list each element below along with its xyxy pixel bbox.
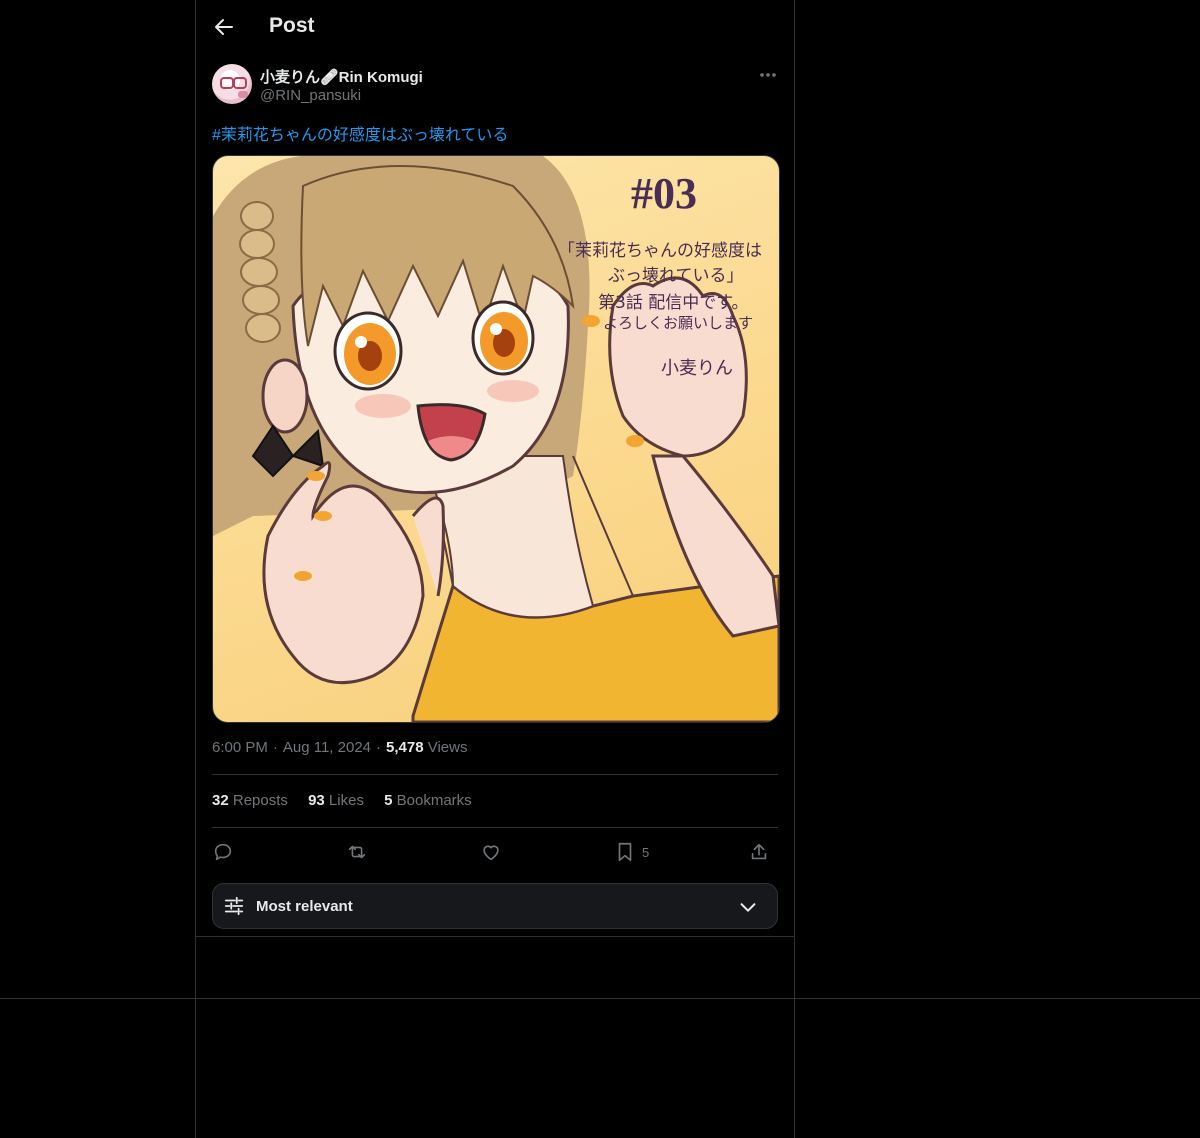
like-button[interactable] [480, 838, 502, 866]
more-options-button[interactable] [758, 66, 778, 84]
bookmarks-stat[interactable]: 5 Bookmarks [384, 792, 472, 809]
likes-stat[interactable]: 93 Likes [308, 792, 364, 809]
more-icon [760, 73, 776, 77]
chevron-down-icon [740, 903, 756, 912]
divider [196, 936, 794, 937]
back-button[interactable] [212, 15, 236, 39]
meta-separator: · [272, 739, 278, 756]
avatar[interactable] [212, 64, 252, 104]
views-label: Views [427, 739, 468, 756]
bookmarks-label: Bookmarks [396, 792, 472, 809]
views-count: 5,478 [386, 739, 424, 756]
bookmark-button[interactable]: 5 [614, 838, 649, 866]
image-signature: 小麦りん [661, 358, 733, 379]
sliders-icon [224, 896, 244, 916]
action-bar: 5 [212, 838, 778, 866]
likes-label: Likes [328, 792, 364, 809]
image-text-line1: 「茉莉花ちゃんの好感度は [558, 241, 762, 261]
post-time[interactable]: 6:00 PM [212, 739, 268, 756]
reposts-label: Reposts [232, 792, 288, 809]
image-text-line4: よろしくお願いします [603, 314, 753, 332]
sort-label: Most relevant [256, 898, 353, 915]
image-number-text: #03 [631, 169, 697, 218]
share-icon [751, 843, 767, 860]
bookmarks-count: 5 [384, 792, 393, 809]
sort-replies-dropdown[interactable]: Most relevant [212, 883, 778, 929]
share-button[interactable] [748, 838, 770, 866]
likes-count: 93 [308, 792, 325, 809]
bookmark-icon [618, 842, 632, 862]
author-handle[interactable]: @RIN_pansuki [260, 87, 361, 104]
reposts-count: 32 [212, 792, 229, 809]
anime-girl-illustration: #03 「茉莉花ちゃんの好感度は ぶっ壊れている」 第3話 配信中です。 よろし… [213, 156, 779, 722]
image-text-line2: ぶっ壊れている」 [608, 266, 744, 286]
repost-icon [348, 845, 366, 859]
post-stats: 32 Reposts 93 Likes 5 Bookmarks [212, 792, 488, 809]
avatar-glasses-right [233, 77, 247, 89]
bookmark-count: 5 [642, 844, 650, 860]
reposts-stat[interactable]: 32 Reposts [212, 792, 288, 809]
divider [212, 774, 778, 775]
main-column: Post 小麦りん🩹Rin Komugi @RIN_pansuki #茉莉花ちゃ… [195, 0, 795, 1138]
avatar-glasses-left [220, 77, 234, 89]
meta-separator: · [376, 739, 382, 756]
post-hashtag[interactable]: #茉莉花ちゃんの好感度はぶっ壊れている [212, 121, 508, 145]
page-title: Post [269, 14, 315, 37]
reply-icon [214, 843, 232, 861]
repost-button[interactable] [346, 838, 368, 866]
post-meta: 6:00 PM · Aug 11, 2024 · 5,478 Views [212, 739, 467, 756]
author-name[interactable]: 小麦りん🩹Rin Komugi [260, 66, 423, 87]
post-date[interactable]: Aug 11, 2024 [283, 739, 371, 756]
post-header: Post [196, 0, 794, 54]
avatar-bow [238, 91, 248, 98]
image-text-line3: 第3話 配信中です。 [598, 293, 749, 313]
post-image[interactable]: #03 「茉莉花ちゃんの好感度は ぶっ壊れている」 第3話 配信中です。 よろし… [212, 155, 780, 723]
reply-button[interactable] [212, 838, 234, 866]
page-divider [0, 998, 1200, 999]
back-arrow-icon [215, 19, 233, 35]
divider [212, 827, 778, 828]
like-icon [483, 845, 499, 861]
